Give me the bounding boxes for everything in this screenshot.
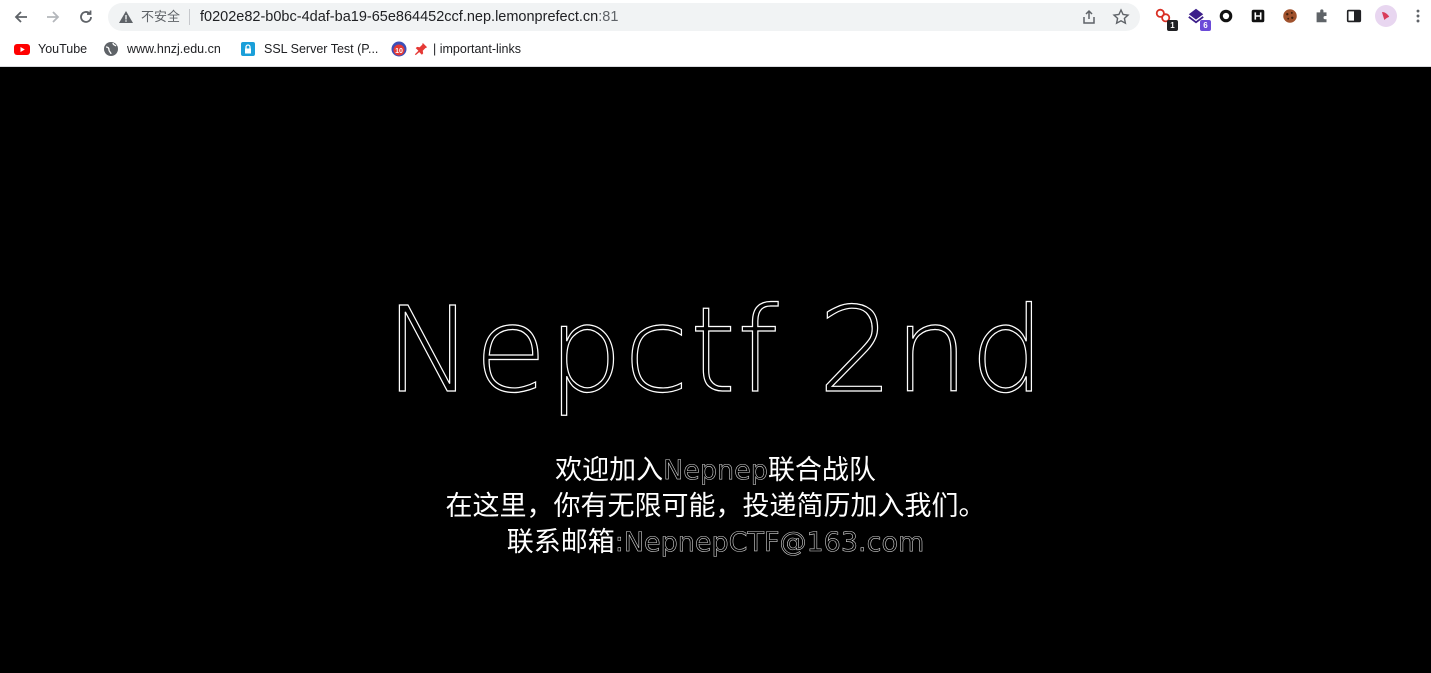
forward-button[interactable]: [40, 4, 66, 30]
warning-icon[interactable]: [118, 9, 134, 25]
forward-arrow-icon: [47, 11, 60, 23]
pushpin-icon: [413, 41, 429, 57]
url-text[interactable]: f0202e82-b0bc-4daf-ba19-65e864452ccf.nep…: [200, 8, 618, 26]
back-arrow-icon: [14, 11, 27, 23]
url-host: f0202e82-b0bc-4daf-ba19-65e864452ccf.nep…: [200, 9, 599, 25]
welcome-suffix: 联合战队: [767, 455, 876, 486]
numbered-circle-icon: 10: [391, 41, 407, 57]
bookmark-important-links[interactable]: 10 | important-links: [391, 38, 521, 60]
page-title: Nepctf 2nd: [385, 281, 1046, 419]
extension-4-button[interactable]: [1248, 6, 1268, 26]
svg-text:10: 10: [395, 48, 403, 55]
recruit-line: 在这里，你有无限可能，投递简历加入我们。: [445, 491, 986, 522]
contact-colon: :: [614, 527, 624, 559]
ring-icon: [1219, 9, 1233, 23]
youtube-icon: [14, 41, 30, 57]
contact-email: NepnepCTF@163.com: [623, 527, 925, 559]
h-square-icon: [1251, 9, 1265, 23]
extension-5-button[interactable]: [1280, 6, 1300, 26]
browser-menu-button[interactable]: [1408, 6, 1428, 26]
reload-button[interactable]: [73, 4, 99, 30]
bookmark-star-icon[interactable]: [1112, 8, 1130, 26]
kebab-menu-icon: [1416, 9, 1420, 23]
contact-line: 联系邮箱:NepnepCTF@163.com: [0, 525, 1431, 561]
bookmark-label: | important-links: [433, 42, 521, 56]
extension-2-badge: 6: [1200, 20, 1211, 31]
url-port: :81: [598, 9, 619, 25]
browser-toolbar: 不安全 f0202e82-b0bc-4daf-ba19-65e864452ccf…: [0, 0, 1431, 33]
back-button[interactable]: [8, 4, 34, 30]
bookmark-label: SSL Server Test (P...: [264, 42, 379, 56]
browser-chrome: 不安全 f0202e82-b0bc-4daf-ba19-65e864452ccf…: [0, 0, 1431, 67]
bookmark-label: www.hnzj.edu.cn: [127, 42, 221, 56]
bookmarks-bar: YouTube www.hnzj.edu.cn SSL Server Test …: [0, 36, 1431, 62]
extension-2-button[interactable]: 6: [1186, 6, 1211, 31]
contact-label: 联系邮箱: [506, 527, 615, 558]
welcome-line: 欢迎加入Nepnep联合战队: [0, 453, 1431, 489]
extension-1-button[interactable]: 1: [1153, 6, 1178, 31]
page-content: Nepctf 2nd 欢迎加入Nepnep联合战队 在这里，你有无限可能，投递简…: [0, 67, 1431, 673]
side-panel-button[interactable]: [1344, 6, 1364, 26]
share-icon[interactable]: [1080, 8, 1098, 26]
bookmark-youtube[interactable]: YouTube: [14, 38, 87, 60]
reload-icon: [80, 10, 92, 23]
cookie-icon: [1283, 9, 1297, 23]
extensions-menu-button[interactable]: [1312, 6, 1332, 26]
side-panel-icon: [1346, 9, 1362, 23]
lock-icon: [240, 41, 256, 57]
welcome-prefix: 欢迎加入: [555, 455, 664, 486]
omnibox-divider: [189, 9, 190, 25]
bookmark-ssl-test[interactable]: SSL Server Test (P...: [240, 38, 378, 60]
profile-avatar-button[interactable]: [1375, 5, 1397, 27]
extension-3-button[interactable]: [1216, 6, 1236, 26]
extension-1-badge: 1: [1167, 20, 1178, 31]
globe-icon: [103, 41, 119, 57]
puzzle-icon: [1316, 9, 1327, 23]
profile-avatar-icon: [1382, 12, 1390, 20]
bookmark-label: YouTube: [38, 42, 88, 56]
bookmark-hnzj[interactable]: www.hnzj.edu.cn: [103, 38, 221, 60]
team-name: Nepnep: [663, 455, 768, 487]
address-bar[interactable]: 不安全 f0202e82-b0bc-4daf-ba19-65e864452ccf…: [108, 3, 1140, 31]
hero-text: 欢迎加入Nepnep联合战队 在这里，你有无限可能，投递简历加入我们。 联系邮箱…: [0, 453, 1431, 561]
security-label[interactable]: 不安全: [141, 9, 180, 25]
